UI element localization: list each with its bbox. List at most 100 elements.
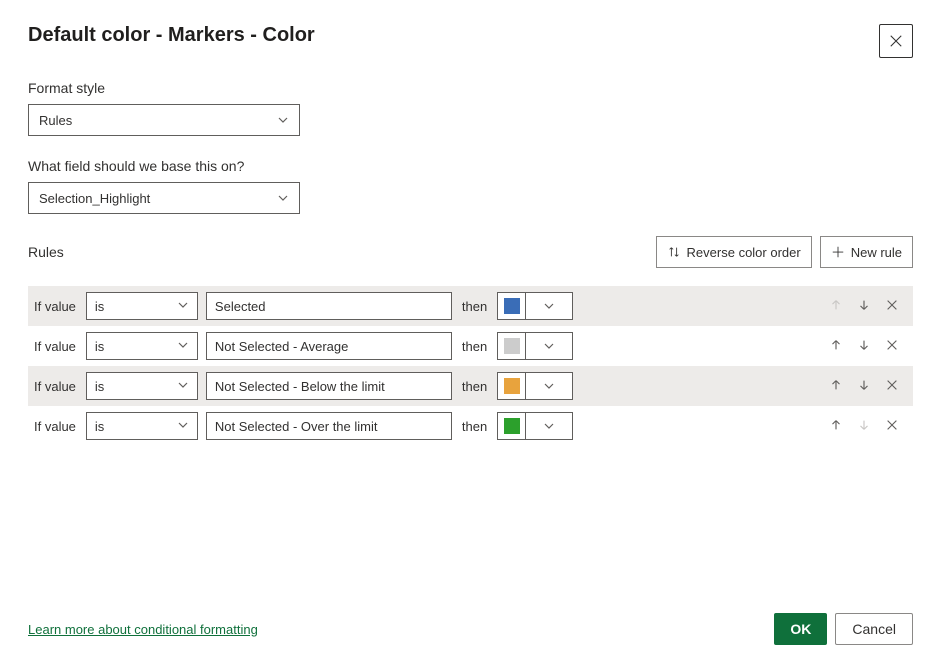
color-swatch: [498, 333, 526, 359]
rule-row-actions: [827, 377, 909, 395]
rule-row-actions: [827, 417, 909, 435]
color-select[interactable]: [497, 332, 573, 360]
rules-actions: Reverse color order New rule: [656, 236, 913, 268]
value-input[interactable]: Not Selected - Below the limit: [206, 372, 452, 400]
move-up-button[interactable]: [827, 377, 845, 395]
operator-select[interactable]: is: [86, 292, 198, 320]
chevron-down-icon: [177, 299, 189, 314]
color-swatch: [498, 293, 526, 319]
move-down-button: [855, 417, 873, 435]
learn-more-link[interactable]: Learn more about conditional formatting: [28, 622, 258, 637]
move-down-button[interactable]: [855, 377, 873, 395]
reverse-button-label: Reverse color order: [687, 245, 801, 260]
chevron-down-icon: [526, 300, 572, 312]
arrow-down-icon: [857, 418, 871, 435]
chevron-down-icon: [526, 380, 572, 392]
operator-select[interactable]: is: [86, 332, 198, 360]
format-style-value: Rules: [39, 113, 72, 128]
rule-row-actions: [827, 297, 909, 315]
plus-icon: [831, 245, 845, 259]
rules-list: If value is Selected then If value is Not Sele…: [28, 286, 913, 446]
close-icon: [885, 418, 899, 435]
rule-row: If valueisNot Selected - Averagethen: [28, 326, 913, 366]
close-icon: [885, 298, 899, 315]
arrow-down-icon: [857, 298, 871, 315]
value-input[interactable]: Not Selected - Over the limit: [206, 412, 452, 440]
operator-value: is: [95, 419, 104, 434]
then-label: then: [460, 419, 489, 434]
chevron-down-icon: [277, 114, 289, 126]
color-select[interactable]: [497, 372, 573, 400]
move-up-button[interactable]: [827, 417, 845, 435]
delete-rule-button[interactable]: [883, 297, 901, 315]
base-field-label: What field should we base this on?: [28, 158, 913, 174]
close-icon: [885, 378, 899, 395]
color-select[interactable]: [497, 292, 573, 320]
value-input[interactable]: Not Selected - Average: [206, 332, 452, 360]
operator-select[interactable]: is: [86, 412, 198, 440]
operator-value: is: [95, 339, 104, 354]
then-label: then: [460, 299, 489, 314]
arrow-down-icon: [857, 378, 871, 395]
footer-buttons: OK Cancel: [774, 613, 913, 645]
chevron-down-icon: [177, 419, 189, 434]
cancel-button[interactable]: Cancel: [835, 613, 913, 645]
format-style-group: Format style Rules: [28, 80, 913, 136]
value-input[interactable]: Selected: [206, 292, 452, 320]
delete-rule-button[interactable]: [883, 337, 901, 355]
operator-value: is: [95, 299, 104, 314]
ok-button[interactable]: OK: [774, 613, 827, 645]
move-down-button[interactable]: [855, 297, 873, 315]
rule-row: If value is Not Selected - Below the limit…: [28, 366, 913, 406]
value-text: Selected: [215, 299, 266, 314]
close-button[interactable]: [879, 24, 913, 58]
dialog-footer: Learn more about conditional formatting …: [28, 589, 913, 645]
chevron-down-icon: [177, 379, 189, 394]
value-text: Not Selected - Over the limit: [215, 419, 378, 434]
format-style-label: Format style: [28, 80, 913, 96]
rule-row: If value is Selected then: [28, 286, 913, 326]
move-up-button: [827, 297, 845, 315]
if-value-label: If value: [32, 379, 78, 394]
base-field-group: What field should we base this on? Selec…: [28, 158, 913, 214]
operator-select[interactable]: is: [86, 372, 198, 400]
color-select[interactable]: [497, 412, 573, 440]
if-value-label: If value: [32, 419, 78, 434]
dialog-title: Default color - Markers - Color: [28, 24, 315, 47]
then-label: then: [460, 339, 489, 354]
base-field-select[interactable]: Selection_Highlight: [28, 182, 300, 214]
arrow-up-icon: [829, 298, 843, 315]
rule-row-actions: [827, 337, 909, 355]
color-swatch: [498, 413, 526, 439]
move-down-button[interactable]: [855, 337, 873, 355]
value-text: Not Selected - Average: [215, 339, 348, 354]
rules-label: Rules: [28, 244, 64, 260]
chevron-down-icon: [177, 339, 189, 354]
arrow-down-icon: [857, 338, 871, 355]
chevron-down-icon: [526, 420, 572, 432]
base-field-value: Selection_Highlight: [39, 191, 150, 206]
value-text: Not Selected - Below the limit: [215, 379, 385, 394]
arrow-up-icon: [829, 338, 843, 355]
reverse-color-order-button[interactable]: Reverse color order: [656, 236, 812, 268]
reverse-icon: [667, 245, 681, 259]
chevron-down-icon: [277, 192, 289, 204]
rule-row: If value is Not Selected - Over the limit t…: [28, 406, 913, 446]
move-up-button[interactable]: [827, 337, 845, 355]
format-style-select[interactable]: Rules: [28, 104, 300, 136]
close-icon: [885, 338, 899, 355]
arrow-up-icon: [829, 418, 843, 435]
then-label: then: [460, 379, 489, 394]
if-value-label: If value: [32, 299, 78, 314]
new-rule-button-label: New rule: [851, 245, 902, 260]
dialog-header: Default color - Markers - Color: [28, 24, 913, 58]
close-icon: [889, 34, 903, 48]
conditional-formatting-dialog: Default color - Markers - Color Format s…: [0, 0, 941, 669]
arrow-up-icon: [829, 378, 843, 395]
rules-header: Rules Reverse color order New rule: [28, 236, 913, 268]
delete-rule-button[interactable]: [883, 417, 901, 435]
new-rule-button[interactable]: New rule: [820, 236, 913, 268]
delete-rule-button[interactable]: [883, 377, 901, 395]
color-swatch: [498, 373, 526, 399]
operator-value: is: [95, 379, 104, 394]
